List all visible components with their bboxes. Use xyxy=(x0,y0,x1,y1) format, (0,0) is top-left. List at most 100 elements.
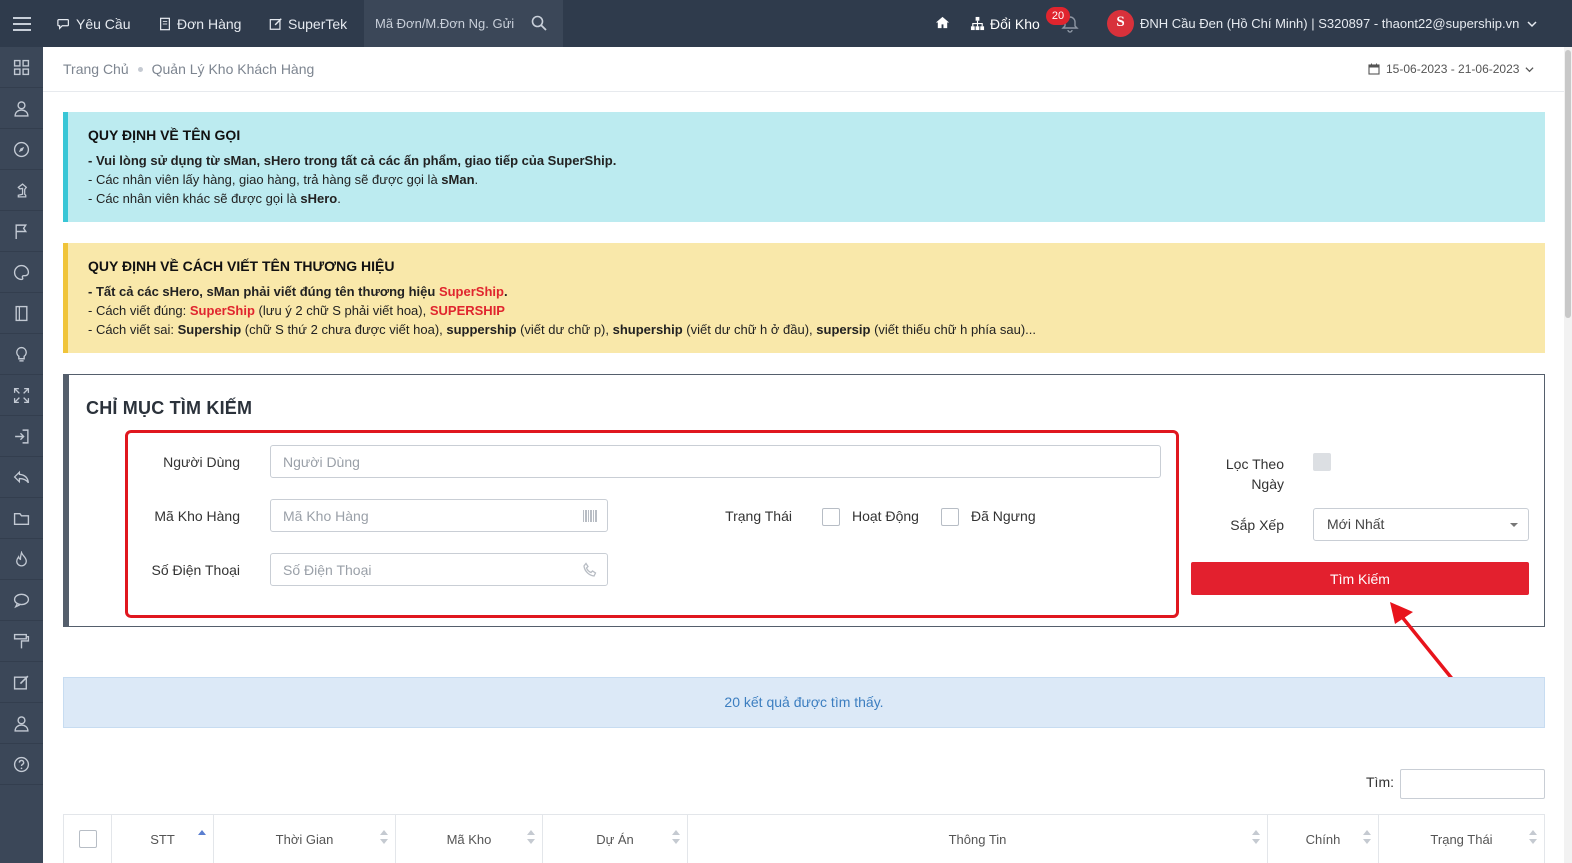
phone-field[interactable] xyxy=(270,553,608,586)
sidebar-item-flags[interactable] xyxy=(0,211,43,252)
nav-yeu-cau[interactable]: Yêu Cầu xyxy=(57,0,130,47)
select-all-cell xyxy=(64,815,112,863)
sidebar-item-docs[interactable] xyxy=(0,293,43,334)
sidebar-item-returns[interactable] xyxy=(0,457,43,498)
brand-rule-2: - Cách viết đúng: SuperShip (lưu ý 2 chữ… xyxy=(88,301,1545,320)
nav-supertek[interactable]: SuperTek xyxy=(269,0,347,47)
results-count-banner: 20 kết quả được tìm thấy. xyxy=(63,677,1545,728)
menu-toggle-icon[interactable] xyxy=(0,0,43,47)
sidebar-item-messages[interactable] xyxy=(0,580,43,621)
brand-rule-3-note-4: (viết thiếu chữ h phía sau)... xyxy=(870,322,1036,337)
sort-label: Sắp Xếp xyxy=(1230,517,1284,533)
sidebar-item-edit[interactable] xyxy=(0,662,43,703)
naming-rule-2: - Các nhân viên lấy hàng, giao hàng, trả… xyxy=(88,170,1545,189)
sort-icon xyxy=(672,830,680,844)
sidebar-item-import[interactable] xyxy=(0,416,43,457)
naming-rule-2-term: sMan xyxy=(441,172,475,187)
sort-icon xyxy=(1529,830,1537,844)
brand-rule-3-wrong-1: Supership xyxy=(177,322,242,337)
brand-rule-1: - Tất cả các sHero, sMan phải viết đúng … xyxy=(88,282,1545,301)
column-header-time[interactable]: Thời Gian xyxy=(214,815,396,863)
warehouse-code-field[interactable] xyxy=(270,499,608,532)
dashboard-icon xyxy=(13,59,30,75)
status-stopped-label: Đã Ngưng xyxy=(971,508,1036,524)
brand-rule-2-note: (lưu ý 2 chữ S phải viết hoa), xyxy=(254,303,430,318)
user-info-text: ĐNH Cầu Đen (Hồ Chí Minh) | S320897 - th… xyxy=(1140,16,1520,31)
chess-knight-icon xyxy=(17,182,28,198)
user-icon xyxy=(14,715,29,732)
sidebar-item-ideas[interactable] xyxy=(0,334,43,375)
sidebar xyxy=(0,47,43,863)
nav-don-hang[interactable]: Đơn Hàng xyxy=(158,0,241,47)
sidebar-item-hot[interactable] xyxy=(0,539,43,580)
filter-by-date-label: Lọc Theo Ngày xyxy=(1200,454,1284,494)
naming-rules-title: QUY ĐỊNH VỀ TÊN GỌI xyxy=(88,127,241,143)
order-search-box xyxy=(364,0,563,47)
column-header-warehouse-code[interactable]: Mã Kho xyxy=(396,815,543,863)
column-header-primary[interactable]: Chính xyxy=(1268,815,1379,863)
column-header-project[interactable]: Dự Án xyxy=(543,815,688,863)
naming-rule-3-term: sHero xyxy=(300,191,338,206)
nav-yeu-cau-label: Yêu Cầu xyxy=(76,15,131,32)
sort-select[interactable]: Mới Nhất xyxy=(1313,508,1529,541)
breadcrumb-home[interactable]: Trang Chủ xyxy=(63,61,129,77)
top-navbar: Yêu Cầu Đơn Hàng SuperTek Đổi Kho 20 S Đ… xyxy=(0,0,1572,47)
naming-rule-1: - Vui lòng sử dụng từ sMan, sHero trong … xyxy=(88,153,617,168)
page-scrollbar-thumb[interactable] xyxy=(1565,50,1571,318)
brand-rule-3-wrong-3: shupership xyxy=(612,322,683,337)
column-header-info[interactable]: Thông Tin xyxy=(688,815,1268,863)
status-stopped-checkbox[interactable] xyxy=(941,508,959,526)
flag-icon xyxy=(15,223,28,239)
order-search-input[interactable] xyxy=(375,16,520,31)
brand-rule-3: - Cách viết sai: Supership (chữ S thứ 2 … xyxy=(88,320,1545,339)
naming-rule-2-end: . xyxy=(474,172,479,187)
breadcrumb: Trang Chủ Quản Lý Kho Khách Hàng xyxy=(63,59,314,79)
calendar-icon xyxy=(1368,63,1380,75)
sidebar-item-users[interactable] xyxy=(0,88,43,129)
home-icon[interactable] xyxy=(935,15,950,30)
user-menu[interactable]: ĐNH Cầu Đen (Hồ Chí Minh) | S320897 - th… xyxy=(1140,0,1537,47)
column-header-stt-label: STT xyxy=(150,831,175,847)
table-filter-input[interactable] xyxy=(1400,769,1545,799)
brand-rules-alert: QUY ĐỊNH VỀ CÁCH VIẾT TÊN THƯƠNG HIỆU - … xyxy=(63,243,1545,353)
filter-by-date-checkbox[interactable] xyxy=(1313,453,1331,471)
filter-by-date-label-line1: Lọc Theo xyxy=(1225,456,1284,472)
comments-icon xyxy=(13,593,30,608)
table-header: STT Thời Gian Mã Kho Dự Án Thông Tin Chí… xyxy=(63,814,1545,863)
sidebar-item-design[interactable] xyxy=(0,621,43,662)
search-button[interactable]: Tìm Kiếm xyxy=(1191,562,1529,595)
select-all-checkbox[interactable] xyxy=(78,830,97,848)
palette-icon xyxy=(13,264,30,280)
sidebar-item-strategy[interactable] xyxy=(0,170,43,211)
brand-rule-3-wrong-2: suppership xyxy=(446,322,517,337)
switch-warehouse-link[interactable]: Đổi Kho xyxy=(970,0,1040,47)
sitemap-icon xyxy=(970,16,985,31)
sidebar-item-explore[interactable] xyxy=(0,129,43,170)
search-icon[interactable] xyxy=(531,15,547,31)
switch-warehouse-label: Đổi Kho xyxy=(990,15,1040,32)
naming-rules-alert: QUY ĐỊNH VỀ TÊN GỌI - Vui lòng sử dụng t… xyxy=(63,112,1545,222)
nav-don-hang-label: Đơn Hàng xyxy=(177,15,242,32)
fire-icon xyxy=(16,550,27,566)
breadcrumb-separator xyxy=(137,66,143,72)
column-header-primary-label: Chính xyxy=(1305,831,1341,847)
status-active-checkbox[interactable] xyxy=(822,508,840,526)
column-header-warehouse-code-label: Mã Kho xyxy=(446,831,492,847)
date-range-picker[interactable]: 15-06-2023 - 21-06-2023 xyxy=(1368,60,1534,78)
column-header-status[interactable]: Trạng Thái xyxy=(1379,815,1544,863)
brand-rule-1-end: . xyxy=(503,284,508,299)
sidebar-item-account[interactable] xyxy=(0,703,43,744)
naming-rule-2-text: - Các nhân viên lấy hàng, giao hàng, trả… xyxy=(88,172,442,187)
folder-icon xyxy=(13,512,30,525)
sidebar-item-help[interactable] xyxy=(0,744,43,785)
book-icon xyxy=(15,305,28,321)
sort-select-value: Mới Nhất xyxy=(1327,516,1385,532)
sidebar-item-theme[interactable] xyxy=(0,252,43,293)
sidebar-item-dashboard[interactable] xyxy=(0,47,43,88)
sidebar-item-expand[interactable] xyxy=(0,375,43,416)
sidebar-item-warehouse[interactable] xyxy=(0,498,43,539)
user-field[interactable] xyxy=(270,445,1161,478)
column-header-stt[interactable]: STT xyxy=(112,815,214,863)
help-icon xyxy=(13,756,30,772)
status-active-label: Hoạt Động xyxy=(852,508,919,524)
